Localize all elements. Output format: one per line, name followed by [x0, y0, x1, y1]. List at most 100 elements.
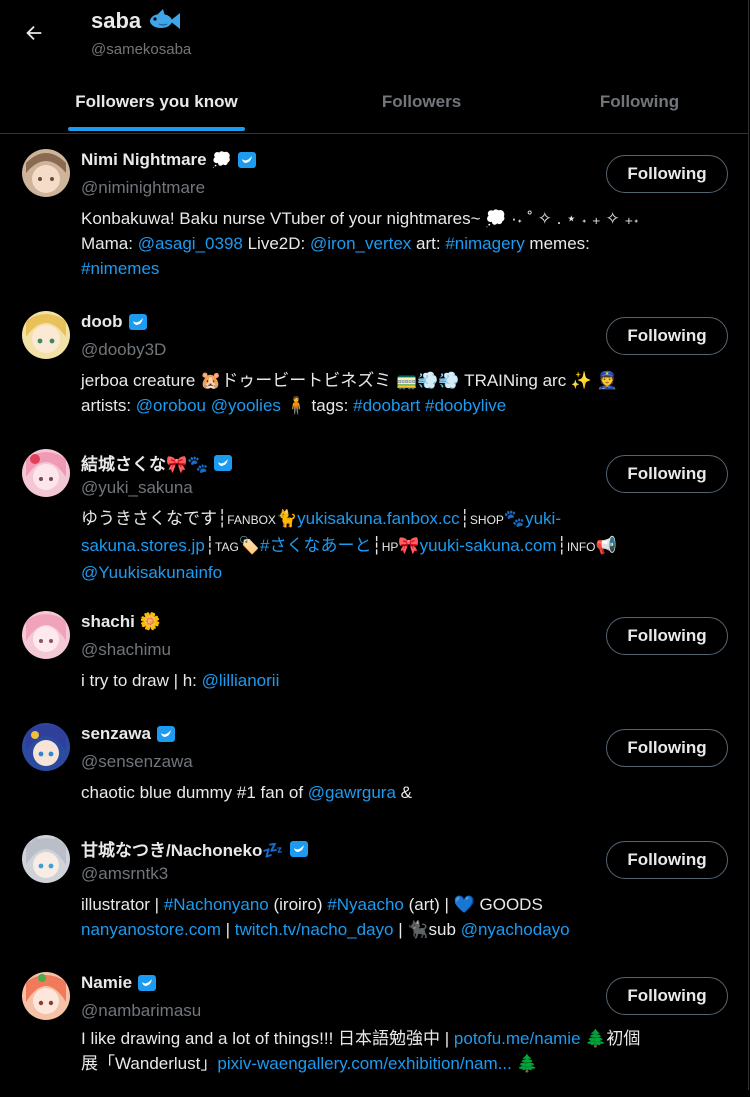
bio-text: ┆ [556, 536, 567, 555]
bio-link[interactable]: potofu.me/namie [454, 1029, 581, 1048]
avatar[interactable] [22, 723, 70, 771]
bio-link[interactable]: @gawrgura [308, 783, 396, 802]
user-row[interactable]: senzawa @sensenzawa chaotic blue dummy #… [0, 708, 749, 820]
bio-text: Konbakuwa! Baku nurse VTuber of your nig… [81, 209, 640, 228]
bio-line: jerboa creature 🐹ドゥービートビネズミ 🚃💨💨 TRAINing… [81, 368, 721, 393]
display-name-text: shachi 🌼 [81, 612, 161, 631]
bio-text: 🌲初個 [580, 1029, 641, 1048]
display-name[interactable]: senzawa [81, 724, 176, 744]
avatar[interactable] [22, 149, 70, 197]
display-name[interactable]: Nimi Nightmare 💭 [81, 150, 257, 170]
following-button[interactable]: Following [606, 617, 728, 655]
bio-link[interactable]: yuuki-sakuna.com [420, 536, 557, 555]
user-row[interactable]: shachi 🌼 @shachimu i try to draw | h: @l… [0, 596, 749, 708]
user-row[interactable]: doob @dooby3D jerboa creature 🐹ドゥービートビネズ… [0, 296, 749, 434]
bio-link[interactable]: yuki- [525, 509, 561, 528]
bio-text: (art) | 💙 GOODS [403, 895, 543, 914]
user-bio: ゆうきさくなです┆FANBOX🐈yukisakuna.fanbox.cc┆SHO… [81, 506, 721, 585]
following-button[interactable]: Following [606, 841, 728, 879]
following-button[interactable]: Following [606, 455, 728, 493]
user-row[interactable]: Namie @nambarimasu I like drawing and a … [0, 957, 749, 1097]
avatar[interactable] [22, 972, 70, 1020]
bio-link[interactable]: nanyanostore.com [81, 920, 221, 939]
bio-link[interactable]: #Nachonyano [164, 895, 269, 914]
bio-link[interactable]: yukisakuna.fanbox.cc [297, 509, 460, 528]
user-bio: jerboa creature 🐹ドゥービートビネズミ 🚃💨💨 TRAINing… [81, 368, 721, 418]
bio-text: HP [381, 540, 399, 554]
following-button[interactable]: Following [606, 317, 728, 355]
user-list: Nimi Nightmare 💭 @niminightmare Konbakuw… [0, 134, 749, 1097]
bio-line: illustrator | #Nachonyano (iroiro) #Nyaa… [81, 892, 721, 917]
verified-badge-icon [138, 975, 157, 991]
following-button[interactable]: Following [606, 977, 728, 1015]
display-name[interactable]: 結城さくな🎀🐾 [81, 450, 233, 475]
display-name-text: Nimi Nightmare [81, 150, 207, 169]
bio-link[interactable]: #nimemes [81, 259, 159, 278]
bio-text: | [220, 920, 235, 939]
bio-line: artists: @orobou @yoolies 🧍 tags: #dooba… [81, 393, 721, 418]
user-row[interactable]: 結城さくな🎀🐾 @yuki_sakuna ゆうきさくなです┆FANBOX🐈yuk… [0, 434, 749, 596]
bio-link[interactable]: @lillianorii [202, 671, 280, 690]
bio-link[interactable]: @yoolies [211, 396, 281, 415]
avatar[interactable] [22, 311, 70, 359]
bio-text: ┆ [204, 536, 216, 555]
bio-link[interactable]: @Yuukisakunainfo [81, 563, 222, 582]
bio-link[interactable]: @nyachodayo [461, 920, 570, 939]
bio-link[interactable]: @orobou [136, 396, 206, 415]
avatar[interactable] [22, 449, 70, 497]
bio-text: Live2D: [242, 234, 310, 253]
display-name-text: 結城さくな🎀🐾 [81, 455, 209, 474]
bio-text: | 🐈‍⬛sub [393, 920, 461, 939]
bio-text: illustrator | [81, 895, 164, 914]
bio-text: I like drawing and a lot of things!!! 日本… [81, 1029, 454, 1048]
display-name-text: Namie [81, 973, 133, 992]
bio-link[interactable]: @asagi_0398 [138, 234, 243, 253]
following-button[interactable]: Following [606, 729, 728, 767]
bio-text: INFO [566, 540, 596, 554]
username: @shachimu [81, 640, 172, 659]
following-button[interactable]: Following [606, 155, 728, 193]
verified-badge-icon [214, 454, 233, 471]
username: @amsrntk3 [81, 864, 169, 883]
display-name[interactable]: shachi 🌼 [81, 612, 161, 632]
bio-text: 🏷️ [238, 536, 260, 555]
bio-text: artists: [81, 396, 136, 415]
display-name[interactable]: Namie [81, 973, 157, 993]
bio-text: & [395, 783, 412, 802]
bio-text: 🐾 [503, 509, 526, 528]
tab-followers[interactable]: Followers [313, 70, 530, 133]
user-row[interactable]: Nimi Nightmare 💭 @niminightmare Konbakuw… [0, 134, 749, 296]
bio-text: ┆ [459, 509, 470, 528]
bio-link[interactable]: #さくなあーと [260, 536, 371, 555]
bio-text: memes: [524, 234, 590, 253]
bio-text: TAG [215, 540, 239, 554]
display-name[interactable]: 甘城なつき/Nachoneko💤 [81, 836, 309, 861]
bio-link[interactable]: #nimagery [445, 234, 524, 253]
bio-link[interactable]: #Nyaacho [327, 895, 404, 914]
bio-line: sakuna.stores.jp┆TAG🏷️#さくなあーと┆HP🎀yuuki-s… [81, 533, 721, 560]
avatar[interactable] [22, 835, 70, 883]
user-row[interactable]: 甘城なつき/Nachoneko💤 @amsrntk3 illustrator |… [0, 820, 749, 957]
bio-link[interactable]: pixiv-waengallery.com/exhibition/nam... [217, 1054, 511, 1073]
bio-text: Mama: [81, 234, 138, 253]
bio-link[interactable]: @iron_vertex [310, 234, 411, 253]
tab-followers-you-know[interactable]: Followers you know [0, 70, 313, 133]
bio-line: 展「Wanderlust」pixiv-waengallery.com/exhib… [81, 1051, 721, 1076]
back-button[interactable] [14, 13, 54, 53]
avatar[interactable] [22, 611, 70, 659]
bio-text: art: [411, 234, 446, 253]
username: @nambarimasu [81, 1001, 202, 1020]
bio-link[interactable]: sakuna.stores.jp [81, 536, 205, 555]
user-bio: chaotic blue dummy #1 fan of @gawrgura & [81, 780, 721, 805]
bio-link[interactable]: #doobylive [425, 396, 506, 415]
bio-link[interactable]: #doobart [353, 396, 420, 415]
fish-icon [150, 9, 181, 29]
bio-link[interactable]: twitch.tv/nacho_dayo [235, 920, 394, 939]
thought-bubble-icon: 💭 [211, 152, 232, 169]
tab-following[interactable]: Following [530, 70, 749, 133]
display-name[interactable]: doob [81, 312, 148, 332]
display-name-text: senzawa [81, 724, 151, 743]
user-bio: Konbakuwa! Baku nurse VTuber of your nig… [81, 206, 721, 281]
username: @niminightmare [81, 178, 206, 197]
display-name-text: 甘城なつき/Nachoneko💤 [81, 841, 284, 860]
